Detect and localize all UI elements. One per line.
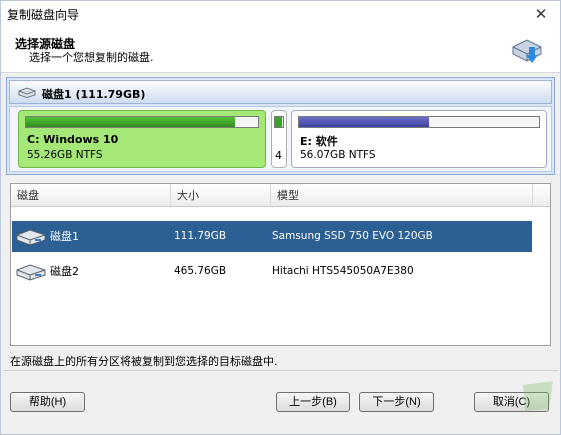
partition-name: 4 bbox=[275, 149, 282, 162]
title-bar: 复制磁盘向导 ✕ bbox=[1, 1, 560, 27]
disk-map-panel: 磁盘1 (111.79GB) C: Windows 10 55.26GB NTF… bbox=[6, 77, 555, 175]
partition-size: 55.26GB NTFS bbox=[27, 149, 103, 161]
header-subtitle: 选择一个您想复制的磁盘. bbox=[29, 51, 154, 64]
table-row[interactable]: 磁盘2 465.76GB Hitachi HTS545050A7E380 bbox=[12, 256, 532, 287]
column-header-filler bbox=[533, 184, 550, 207]
disk-table: 磁盘 大小 模型 磁盘1 111.79GB Samsung SSD 750 EV… bbox=[10, 183, 551, 346]
partition-size: 56.07GB NTFS bbox=[300, 149, 376, 161]
column-header-model[interactable]: 模型 bbox=[271, 184, 533, 207]
table-row[interactable]: 磁盘1 111.79GB Samsung SSD 750 EVO 120GB bbox=[12, 221, 532, 252]
disk-size: 111.79GB bbox=[174, 230, 227, 242]
hard-disk-icon bbox=[16, 229, 46, 246]
table-header: 磁盘 大小 模型 bbox=[11, 184, 550, 207]
watermark-logo bbox=[523, 381, 553, 411]
disk-map-label: 磁盘1 (111.79GB) bbox=[42, 88, 146, 101]
column-header-size[interactable]: 大小 bbox=[171, 184, 271, 207]
partition-usage-fill bbox=[26, 117, 235, 127]
disk-model: Hitachi HTS545050A7E380 bbox=[272, 265, 414, 277]
copy-disk-wizard-window: 复制磁盘向导 ✕ 选择源磁盘 选择一个您想复制的磁盘. 磁盘1 (111.79G… bbox=[0, 0, 561, 435]
column-header-disk[interactable]: 磁盘 bbox=[11, 184, 171, 207]
divider bbox=[3, 370, 558, 371]
partition-e[interactable]: E: 软件 56.07GB NTFS bbox=[291, 110, 547, 168]
next-button[interactable]: 下一步(N) bbox=[359, 392, 434, 412]
disk-map-header: 磁盘1 (111.79GB) bbox=[9, 80, 552, 104]
window-title: 复制磁盘向导 bbox=[7, 8, 80, 22]
partition-name: E: 软件 bbox=[300, 135, 338, 148]
partition-usage-bar bbox=[298, 116, 540, 128]
partition-strip: C: Windows 10 55.26GB NTFS 4 E: 软件 56.07… bbox=[9, 106, 552, 172]
disk-name: 磁盘2 bbox=[50, 265, 79, 278]
wizard-header: 选择源磁盘 选择一个您想复制的磁盘. bbox=[1, 27, 560, 73]
disk-model: Samsung SSD 750 EVO 120GB bbox=[272, 230, 433, 242]
hard-disk-icon bbox=[16, 264, 46, 281]
partition-usage-bar bbox=[25, 116, 259, 128]
disk-size: 465.76GB bbox=[174, 265, 227, 277]
disk-copy-icon bbox=[512, 39, 542, 63]
partition-usage-fill bbox=[299, 117, 429, 127]
partition-usage-fill bbox=[275, 117, 282, 127]
partition-c[interactable]: C: Windows 10 55.26GB NTFS bbox=[18, 110, 266, 168]
status-text: 在源磁盘上的所有分区将被复制到您选择的目标磁盘中. bbox=[10, 355, 278, 368]
partition-name: C: Windows 10 bbox=[27, 133, 119, 146]
partition-unallocated[interactable]: 4 bbox=[271, 110, 287, 168]
close-icon[interactable]: ✕ bbox=[530, 4, 552, 24]
partition-usage-bar bbox=[274, 116, 284, 128]
back-button[interactable]: 上一步(B) bbox=[276, 392, 350, 412]
help-button[interactable]: 帮助(H) bbox=[10, 392, 85, 412]
disk-name: 磁盘1 bbox=[50, 230, 79, 243]
hard-disk-icon bbox=[18, 87, 36, 98]
